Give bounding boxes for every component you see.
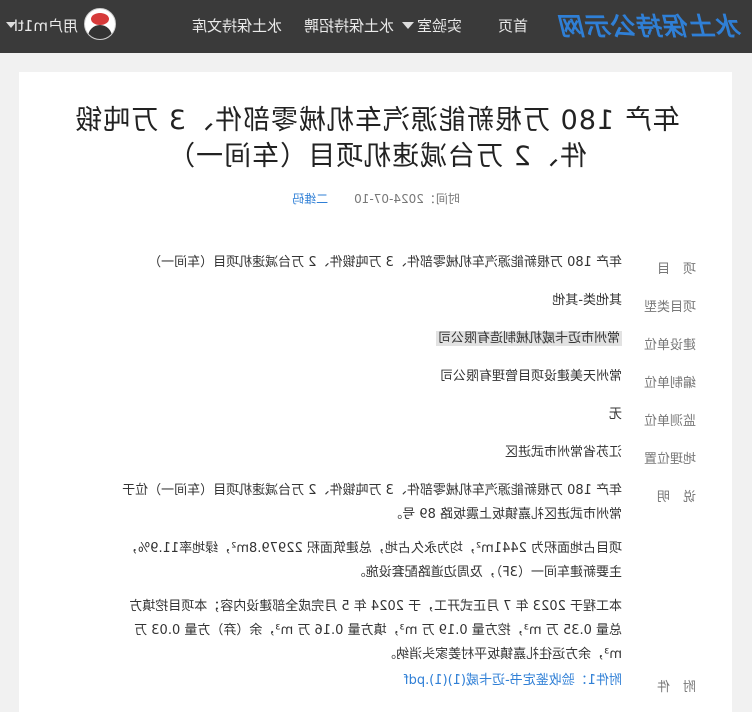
article-meta: 时间：2024-07-10 二维码 [0,190,752,207]
description-paragraph: 项目占地面积为 2441m²，均为永久占地，总建筑面积 22979.8m²，绿地… [124,541,622,580]
field-value-project: 年产 180 万根新能源汽车机械零部件、3 万吨锻件、2 万台减速机项目（车间一… [148,255,622,270]
user-caret-icon[interactable] [6,22,16,28]
nav-home[interactable]: 首页 [498,15,528,36]
nav-recruit[interactable]: 水土保持招聘 [304,15,394,36]
nav-lab[interactable]: 实验室 [417,15,462,36]
field-value-compiler: 常州天美建设项目管理有限公司 [439,369,622,384]
publish-date: 2024-07-10 [354,192,424,206]
site-logo[interactable]: 水土保持公示网 [560,7,742,43]
description-paragraph: 本工程于 2023 年 7 月正式开工，于 2024 年 5 月完成全部建设内容… [129,599,622,662]
time-label: 时间： [423,192,460,206]
chevron-down-icon[interactable] [402,22,414,29]
field-value-monitor: 无 [608,407,622,422]
description-body: 年产 180 万根新能源汽车机械零部件、3 万吨锻件、2 万台减速机项目（车间一… [122,479,622,677]
page-title: 年产 180 万根新能源汽车机械零部件、3 万吨锻件、2 万台减速机项目（车间一… [74,105,680,172]
top-navbar: 用户m1tl 水土保持文库 水土保持招聘 实验室 首页 水土保持公示网 [0,0,752,53]
field-value-type: 其他类-其他 [552,293,622,308]
field-value-location: 江苏省常州市武进区 [504,445,622,460]
avatar[interactable] [84,8,116,40]
user-menu[interactable]: 用户m1tl [14,15,78,36]
qr-code-link[interactable]: 二维码 [292,192,328,206]
attachment-link[interactable]: 附件1：验收鉴定书-迈卡威(1)(1).pdf [404,673,622,688]
description-paragraph: 年产 180 万根新能源汽车机械零部件、3 万吨锻件、2 万台减速机项目（车间一… [122,483,622,522]
field-value-builder: 常州市迈卡威机械制造有限公司 [435,331,622,346]
page-root: 用户m1tl 水土保持文库 水土保持招聘 实验室 首页 水土保持公示网 年产 1… [0,0,752,712]
nav-library[interactable]: 水土保持文库 [192,15,282,36]
